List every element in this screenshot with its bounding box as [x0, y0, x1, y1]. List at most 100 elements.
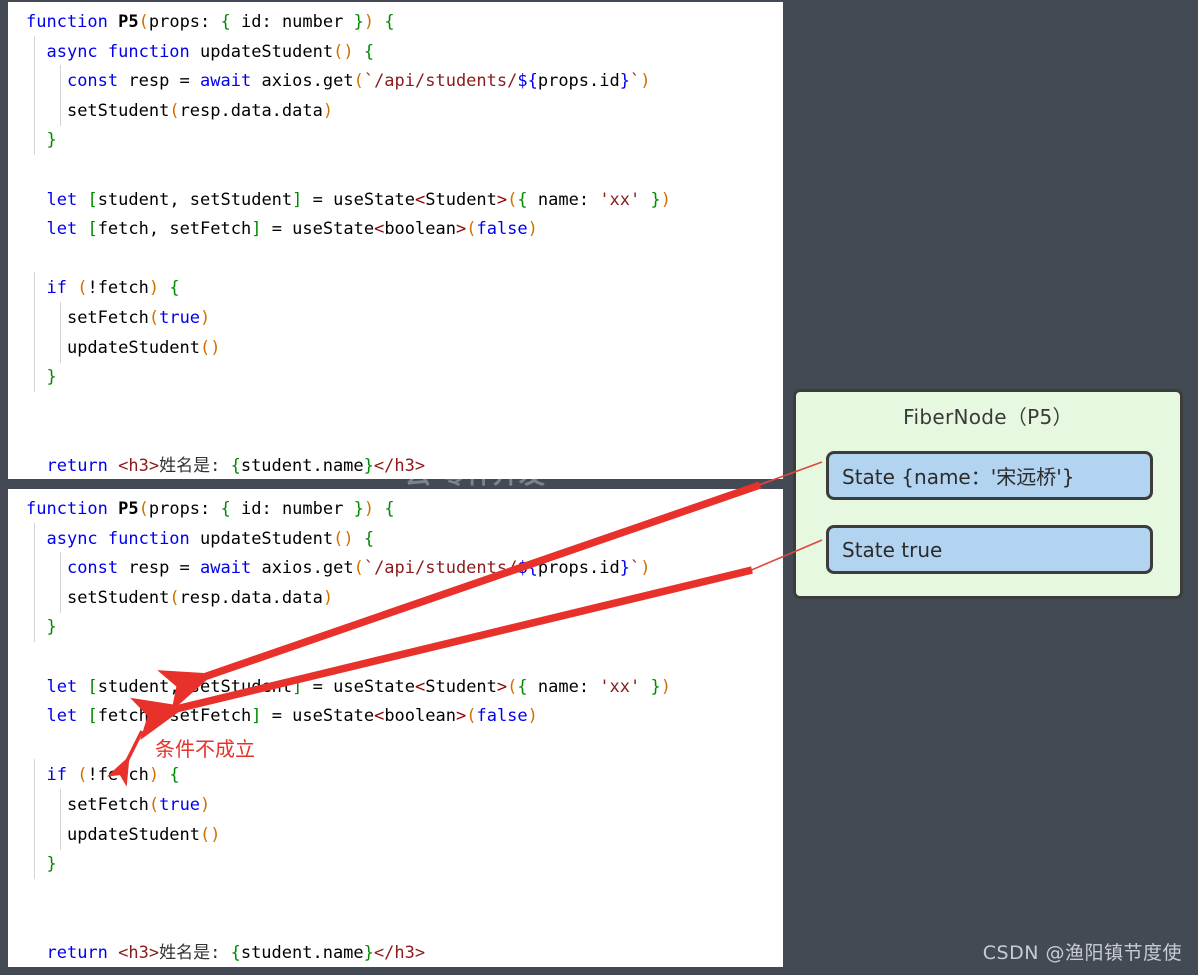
code-token: false: [476, 219, 528, 240]
code-block-before: function P5(props: { id: number }) { asy…: [8, 2, 783, 479]
code-token: {: [517, 676, 528, 697]
code-token: >: [496, 189, 508, 210]
code-token: [: [87, 706, 98, 727]
code-token: ${: [517, 558, 538, 579]
code-line: let [student, setStudent] = useState<Stu…: [8, 673, 783, 703]
code-line: }: [8, 848, 783, 880]
code-line: setFetch(true): [8, 301, 783, 334]
code-token: ]: [292, 189, 303, 210]
code-token: >: [455, 219, 467, 240]
code-token: ]: [251, 706, 262, 727]
code-token: name:: [527, 676, 600, 697]
code-token: <h3>: [118, 942, 160, 963]
code-token: (: [353, 71, 364, 92]
code-token: `: [629, 71, 641, 92]
code-token: id: number: [230, 499, 354, 519]
code-line: return <h3>姓名是: {student.name}</h3>: [8, 452, 783, 479]
code-token: (): [333, 528, 354, 549]
code-line: if (!fetch) {: [8, 272, 783, 304]
code-line: setStudent(resp.data.data): [8, 94, 783, 127]
code-token: axios.get: [261, 71, 354, 92]
code-token: id: number: [230, 12, 354, 32]
code-token: ): [527, 706, 538, 727]
code-token: 'xx': [599, 676, 641, 697]
code-token: }: [363, 942, 374, 963]
code-line: const resp = await axios.get(`/api/stude…: [8, 552, 783, 584]
code-token: return: [46, 942, 119, 963]
code-token: ): [363, 499, 375, 519]
code-token: student, setStudent: [97, 189, 293, 210]
code-token: async function: [46, 41, 201, 62]
code-token: ): [148, 278, 160, 299]
code-token: updateStudent: [66, 337, 201, 358]
code-token: ): [640, 558, 651, 579]
code-line: updateStudent(): [8, 818, 783, 851]
code-token: ): [660, 189, 672, 210]
fiber-node-panel: FiberNode（P5） State {name：'宋远桥'} State t…: [793, 389, 1183, 599]
code-line: let [student, setStudent] = useState<Stu…: [8, 186, 783, 216]
code-token: props:: [148, 12, 221, 32]
code-token: (): [333, 41, 354, 62]
code-token: }: [46, 130, 57, 151]
code-token: if: [46, 278, 78, 299]
code-token: <: [415, 676, 426, 697]
code-token: ): [660, 676, 672, 697]
code-line: async function updateStudent() {: [8, 35, 783, 68]
code-token: [: [87, 189, 98, 210]
code-token: props.id: [537, 71, 620, 92]
code-token: {: [230, 455, 241, 476]
csdn-watermark: CSDN @渔阳镇节度使: [982, 942, 1182, 964]
code-token: }: [353, 499, 364, 519]
code-token: 姓名是:: [159, 942, 231, 963]
code-line: }: [8, 361, 783, 393]
code-token: ): [200, 307, 211, 328]
code-token: student.name: [240, 455, 364, 476]
code-line: if (!fetch) {: [8, 759, 783, 791]
code-token: let: [46, 189, 88, 210]
code-token: (: [507, 189, 518, 210]
code-token: const: [66, 71, 129, 92]
code-token: {: [384, 12, 395, 32]
code-token: ${: [517, 71, 538, 92]
code-line: let [fetch, setFetch] = useState<boolean…: [8, 702, 783, 732]
code-token: (: [507, 676, 518, 697]
state-box-name: State {name：'宋远桥'}: [826, 451, 1153, 500]
code-token: P5: [118, 12, 139, 32]
code-token: {: [230, 942, 241, 963]
code-token: setStudent: [66, 100, 170, 121]
code-token: resp.data.data: [179, 587, 323, 608]
code-token: = useState: [261, 706, 375, 727]
screenshot-root: 云·零件开发 TM function P5(props: { id: numbe…: [0, 0, 1198, 975]
condition-false-note: 条件不成立: [155, 737, 255, 761]
code-token: (: [148, 307, 160, 328]
code-block-after: function P5(props: { id: number }) { asy…: [8, 489, 783, 967]
code-token: }: [46, 854, 57, 875]
code-line: setStudent(resp.data.data): [8, 581, 783, 614]
code-token: Student: [425, 676, 497, 697]
code-token: const: [66, 558, 129, 579]
code-token: (: [138, 499, 149, 519]
code-token: student, setStudent: [97, 676, 293, 697]
code-token: props.id: [537, 558, 620, 579]
code-token: (): [200, 337, 221, 358]
code-token: resp =: [128, 71, 201, 92]
code-token: ): [148, 765, 160, 786]
code-token: let: [46, 219, 88, 240]
code-token: ): [640, 71, 651, 92]
code-token: }: [353, 12, 364, 32]
code-token: }: [363, 455, 374, 476]
code-token: ): [527, 219, 538, 240]
code-lines-before: function P5(props: { id: number }) { asy…: [8, 2, 783, 479]
code-token: 'xx': [599, 189, 641, 210]
code-token: {: [169, 278, 180, 299]
code-token: return: [46, 455, 119, 476]
code-token: }: [46, 617, 57, 638]
code-token: ): [322, 100, 334, 121]
